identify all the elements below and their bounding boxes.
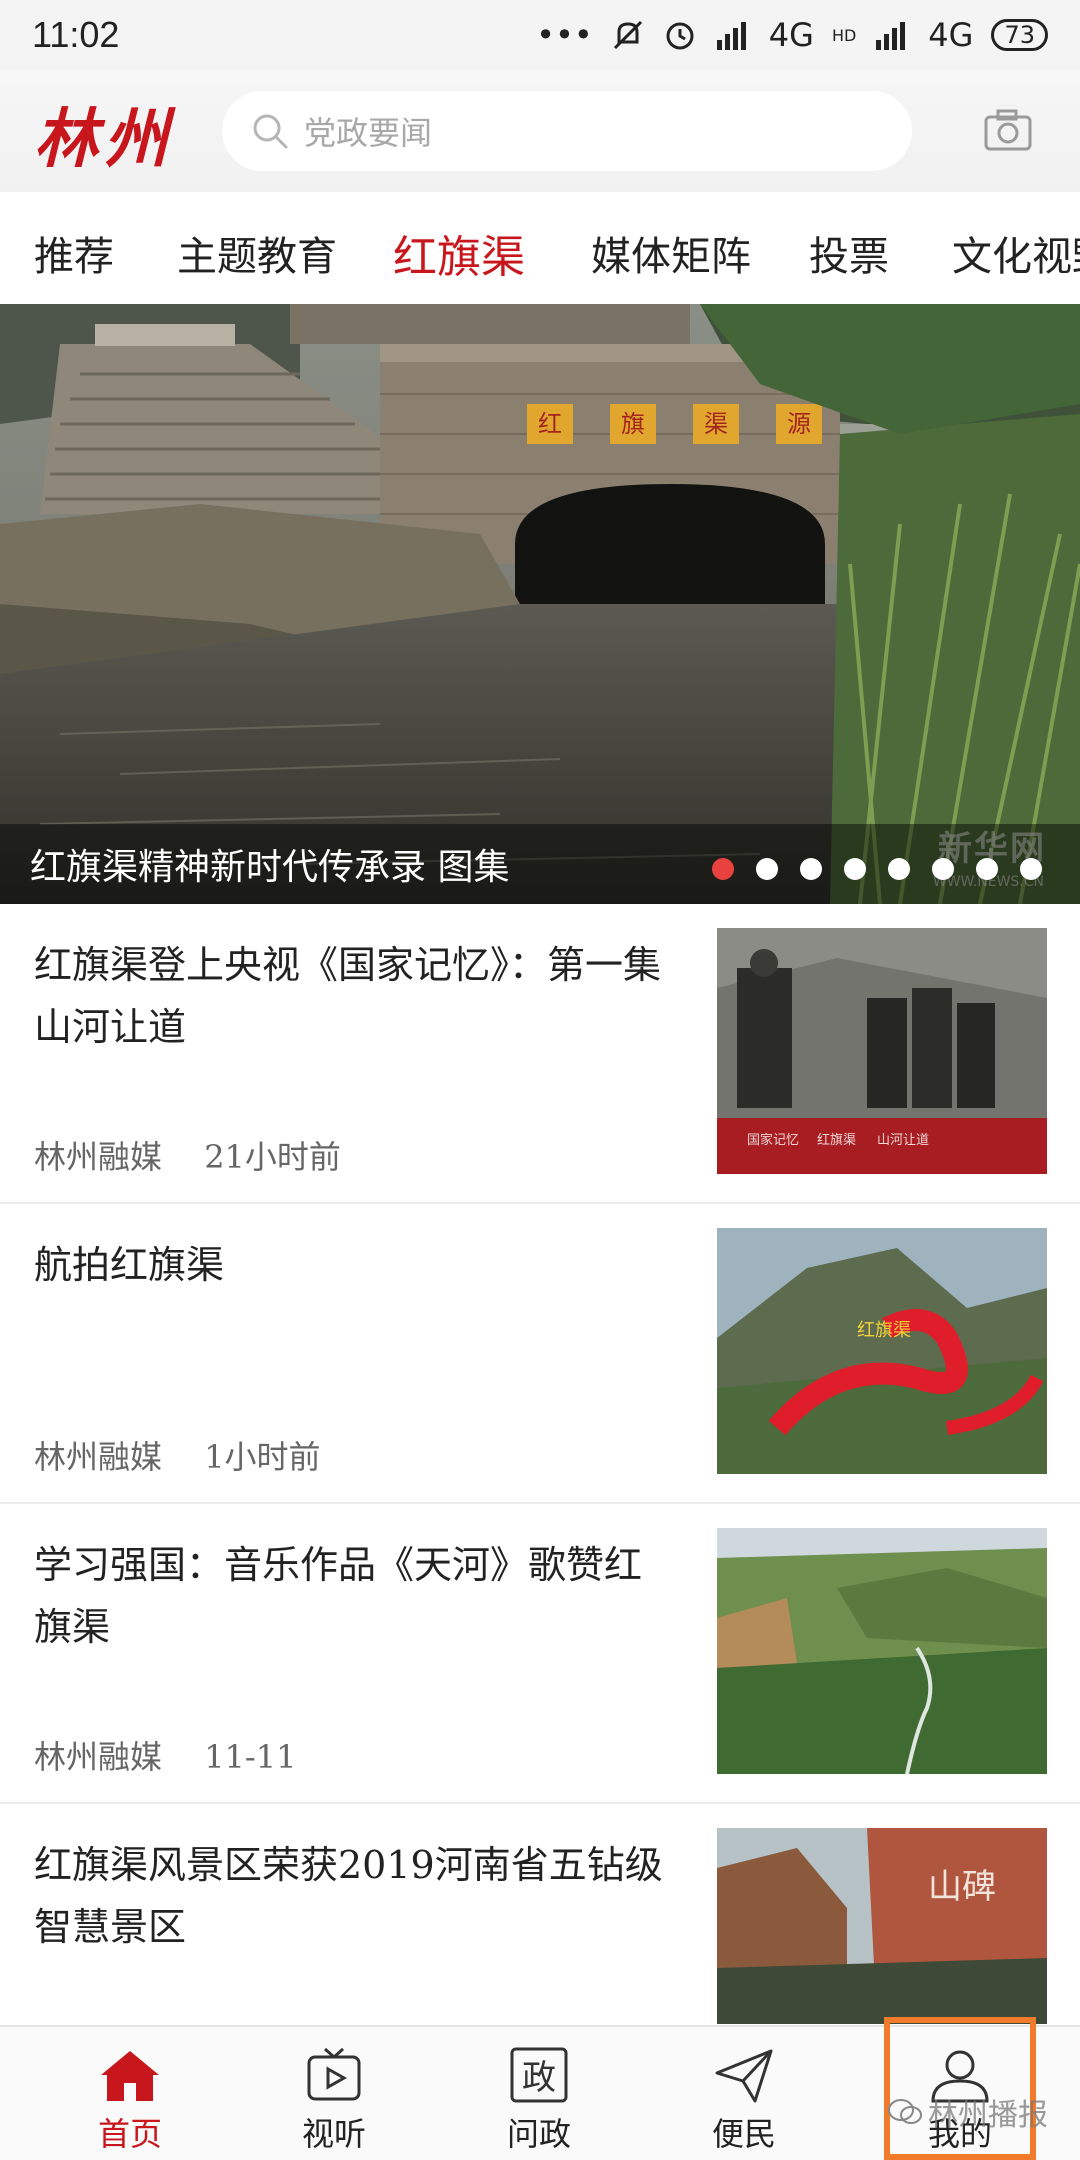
news-source: 林州融媒 (34, 1738, 163, 1776)
news-source: 林州融媒 (34, 1438, 163, 1476)
mute-icon (613, 20, 642, 50)
thumb-label: 山河让道 (877, 1133, 929, 1148)
news-meta: 林州融媒 1小时前 (34, 1432, 321, 1478)
more-icon: ••• (536, 16, 593, 54)
news-source: 林州融媒 (34, 1138, 163, 1176)
home-icon (101, 2051, 159, 2101)
news-item[interactable]: 学习强国：音乐作品《天河》歌赞红旗渠 林州融媒 11-11 (0, 1504, 1080, 1804)
news-time: 1小时前 (204, 1438, 321, 1476)
news-thumbnail: 国家记忆 红旗渠 山河让道 (717, 928, 1047, 1174)
hero-carousel[interactable]: 红 旗 渠 源 新华网 WWW.NEWS.CN 红旗渠精神新时代传承录 图集 (0, 304, 1080, 904)
carousel-dot[interactable] (844, 858, 866, 880)
news-item[interactable]: 航拍红旗渠 林州融媒 1小时前 红旗渠 (0, 1204, 1080, 1504)
app-header: 林州 党政要闻 (0, 70, 1080, 192)
news-title: 学习强国：音乐作品《天河》歌赞红旗渠 (34, 1543, 643, 1649)
search-placeholder: 党政要闻 (304, 114, 433, 152)
carousel-dot[interactable] (756, 858, 778, 880)
tab-recommend[interactable]: 推荐 (34, 224, 114, 282)
carousel-dot[interactable] (888, 858, 910, 880)
status-icons: ••• 4G HD 4G 73 (536, 16, 1048, 54)
tv-play-icon (307, 2047, 361, 2101)
nav-label: 问政 (506, 2115, 571, 2153)
nav-label: 首页 (97, 2115, 162, 2153)
network-type-2: 4G (928, 16, 974, 54)
status-time: 11:02 (32, 14, 120, 55)
carousel-dot[interactable] (1020, 858, 1042, 880)
news-thumbnail: 山碑 (717, 1828, 1047, 2024)
news-item[interactable]: 红旗渠登上央视《国家记忆》：第一集 山河让道 林州融媒 21小时前 国家记忆 红… (0, 904, 1080, 1204)
svg-text:源: 源 (787, 410, 811, 438)
signal-icon (716, 22, 746, 50)
source-watermark: 林州播报 (888, 2090, 1048, 2134)
hero-image: 红 旗 渠 源 (0, 304, 1080, 904)
nav-convenience[interactable]: 便民 (664, 2035, 824, 2160)
nav-label: 便民 (711, 2115, 776, 2153)
app-logo: 林州 (34, 102, 174, 177)
carousel-dot[interactable] (976, 858, 998, 880)
tab-theme-education[interactable]: 主题教育 (177, 224, 337, 282)
category-tabs: 推荐 主题教育 红旗渠 媒体矩阵 投票 文化视野 (0, 192, 1080, 304)
nav-inquiry[interactable]: 政 问政 (459, 2035, 619, 2160)
thumb-label: 山碑 (928, 1867, 996, 1907)
thumb-label: 国家记忆 (747, 1132, 799, 1148)
carousel-dot[interactable] (932, 858, 954, 880)
news-title: 红旗渠登上央视《国家记忆》：第一集 山河让道 (34, 943, 662, 1049)
network-type-1: 4G (768, 16, 814, 54)
source-watermark-text: 林州播报 (928, 2098, 1048, 2133)
news-thumbnail (717, 1528, 1047, 1774)
search-input[interactable]: 党政要闻 (222, 91, 912, 171)
hero-caption: 红旗渠精神新时代传承录 图集 (30, 847, 510, 888)
news-time: 11-11 (204, 1738, 297, 1776)
svg-text:红: 红 (538, 410, 562, 438)
news-thumbnail: 红旗渠 (717, 1228, 1047, 1474)
news-title: 红旗渠风景区荣获2019河南省五钻级智慧景区 (34, 1843, 663, 1949)
battery-indicator: 73 (991, 19, 1048, 51)
carousel-indicator (712, 858, 1042, 880)
status-bar: 11:02 ••• 4G HD 4G 73 (0, 0, 1080, 70)
alarm-icon (666, 22, 694, 50)
news-item[interactable]: 红旗渠风景区荣获2019河南省五钻级智慧景区 山碑 (0, 1804, 1080, 2024)
thumb-label: 红旗渠 (857, 1320, 911, 1341)
tab-culture[interactable]: 文化视野 (952, 224, 1080, 282)
nav-home[interactable]: 首页 (50, 2035, 210, 2160)
news-time: 21小时前 (204, 1138, 341, 1176)
search-icon (253, 114, 288, 149)
paper-plane-icon (715, 2049, 773, 2103)
carousel-dot[interactable] (800, 858, 822, 880)
nav-label: 视听 (301, 2115, 366, 2153)
news-meta: 林州融媒 21小时前 (34, 1132, 341, 1178)
zheng-badge-icon: 政 (510, 2047, 568, 2103)
news-meta: 林州融媒 11-11 (34, 1732, 296, 1778)
camera-icon[interactable] (983, 108, 1033, 152)
tab-media-matrix[interactable]: 媒体矩阵 (591, 224, 751, 282)
tab-vote[interactable]: 投票 (809, 224, 889, 282)
hd-badge: HD (831, 25, 857, 45)
wechat-icon (888, 2099, 922, 2124)
nav-audiovisual[interactable]: 视听 (254, 2035, 414, 2160)
carousel-dot[interactable] (712, 858, 734, 880)
svg-text:政: 政 (522, 2058, 556, 2098)
tab-hongqiqu[interactable]: 红旗渠 (393, 221, 525, 285)
signal-icon-2 (876, 22, 906, 50)
svg-text:旗: 旗 (621, 410, 645, 438)
highlight-box (884, 2017, 1036, 2160)
svg-text:渠: 渠 (704, 410, 728, 438)
news-title: 航拍红旗渠 (34, 1243, 225, 1287)
thumb-label: 红旗渠 (817, 1132, 856, 1148)
